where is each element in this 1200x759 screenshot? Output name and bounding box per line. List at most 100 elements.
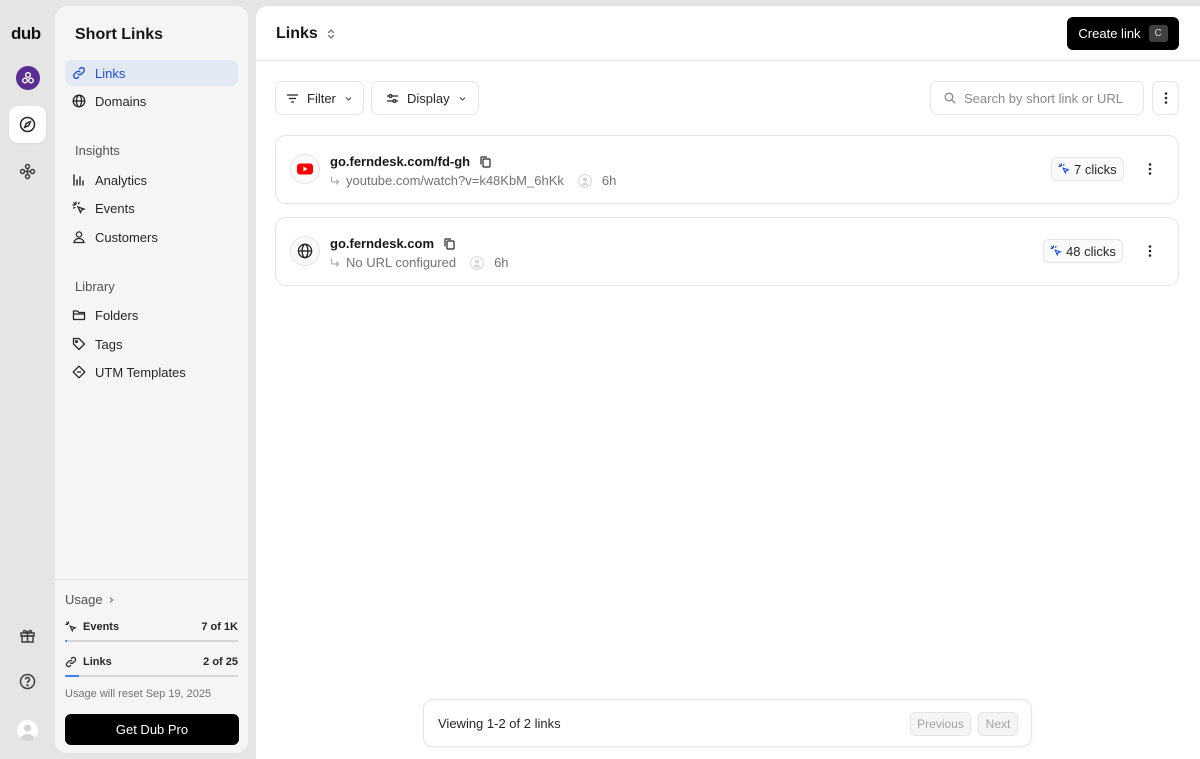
get-dub-pro-button[interactable]: Get Dub Pro <box>65 714 239 745</box>
sidebar-item-analytics[interactable]: Analytics <box>65 167 238 193</box>
copy-icon[interactable] <box>444 237 455 250</box>
next-button[interactable]: Next <box>978 712 1018 736</box>
create-link-button[interactable]: Create link C <box>1067 17 1179 50</box>
cursor-rays-icon <box>1050 245 1062 257</box>
more-vertical-icon <box>1148 245 1152 257</box>
sidebar-item-label: UTM Templates <box>95 364 186 380</box>
link-options-button[interactable] <box>1142 159 1158 179</box>
diamond-icon <box>72 365 86 379</box>
sidebar-item-folders[interactable]: Folders <box>65 302 238 328</box>
user-icon <box>73 231 85 244</box>
gift-icon[interactable] <box>9 617 46 654</box>
user-avatar-icon <box>577 173 592 188</box>
search-input[interactable] <box>964 90 1134 106</box>
main-panel: Links Create link C Filter Display go.fe… <box>256 6 1200 759</box>
usage-events-row: Events 7 of 1K <box>65 621 238 633</box>
clicks-badge[interactable]: 48 clicks <box>1043 239 1123 263</box>
search-icon <box>944 92 956 104</box>
usage-events-value: 7 of 1K <box>201 621 238 633</box>
sidebar-item-utm-templates[interactable]: UTM Templates <box>65 359 238 385</box>
user-avatar[interactable] <box>16 719 39 742</box>
sidebar: Short Links Links Domains Insights Analy… <box>55 6 248 753</box>
redirect-arrow-icon <box>330 257 340 267</box>
chevron-right-icon <box>109 596 113 603</box>
folder-icon <box>72 310 86 321</box>
display-button[interactable]: Display <box>371 81 479 115</box>
insights-heading: Insights <box>75 143 120 158</box>
sidebar-item-customers[interactable]: Customers <box>65 224 238 250</box>
previous-button[interactable]: Previous <box>910 712 971 736</box>
clicks-count: 7 clicks <box>1074 161 1117 177</box>
usage-heading[interactable]: Usage <box>65 592 115 607</box>
usage-heading-label: Usage <box>65 592 103 607</box>
more-vertical-icon <box>1164 92 1167 104</box>
cursor-rays-icon <box>65 621 77 633</box>
page-header: Links Create link C <box>256 6 1200 61</box>
more-vertical-icon <box>1148 163 1152 175</box>
sidebar-item-label: Tags <box>95 336 123 352</box>
compass-icon[interactable] <box>9 106 46 143</box>
usage-links-label: Links <box>83 656 112 668</box>
redirect-arrow-icon <box>330 175 340 185</box>
integrations-icon[interactable] <box>9 153 46 190</box>
sidebar-item-links[interactable]: Links <box>65 60 238 86</box>
globe-icon <box>72 94 86 108</box>
sidebar-item-label: Events <box>95 200 135 216</box>
pagination-summary: Viewing 1-2 of 2 links <box>438 716 561 731</box>
usage-links-bar <box>65 675 238 677</box>
clicks-count: 48 clicks <box>1066 243 1116 259</box>
usage-events-label: Events <box>83 621 120 633</box>
link-card[interactable]: go.ferndesk.com/fd-gh youtube.com/watch?… <box>275 135 1179 204</box>
destination-url: No URL configured <box>346 255 457 270</box>
sidebar-title: Short Links <box>75 26 164 43</box>
link-card[interactable]: go.ferndesk.com No URL configured 6h 48 … <box>275 217 1179 286</box>
more-options-button[interactable] <box>1152 81 1179 115</box>
link-icon <box>65 656 77 668</box>
globe-icon <box>290 236 320 266</box>
cursor-rays-icon <box>72 201 86 215</box>
help-icon[interactable] <box>9 663 46 700</box>
user-avatar-icon <box>470 255 484 270</box>
sidebar-item-domains[interactable]: Domains <box>65 88 238 114</box>
create-link-label: Create link <box>1078 26 1141 41</box>
display-label: Display <box>407 90 450 106</box>
short-link[interactable]: go.ferndesk.com <box>330 236 434 251</box>
link-age: 6h <box>494 255 509 270</box>
library-heading: Library <box>75 279 115 294</box>
sidebar-item-label: Domains <box>95 93 147 109</box>
filter-button[interactable]: Filter <box>275 81 364 115</box>
dub-logo[interactable]: dub <box>11 24 41 44</box>
icon-rail: dub <box>0 0 55 759</box>
page-title-label: Links <box>276 25 318 42</box>
workspace-logo[interactable] <box>16 66 40 90</box>
chevron-down-icon <box>459 96 466 101</box>
sidebar-item-label: Links <box>95 65 126 81</box>
usage-reset-note: Usage will reset Sep 19, 2025 <box>65 688 212 700</box>
usage-events-bar <box>65 640 238 642</box>
sliders-icon <box>386 93 399 103</box>
destination-url[interactable]: youtube.com/watch?v=k48KbM_6hKk <box>346 173 564 188</box>
chevron-up-down-icon <box>327 29 334 39</box>
tag-icon <box>72 337 86 351</box>
usage-links-fill <box>65 675 79 677</box>
chart-icon <box>73 174 84 186</box>
usage-divider <box>55 579 248 580</box>
sidebar-item-label: Customers <box>95 229 158 245</box>
usage-links-value: 2 of 25 <box>203 656 238 668</box>
sidebar-item-label: Folders <box>95 307 139 323</box>
create-link-shortcut: C <box>1148 25 1168 42</box>
page-title[interactable]: Links <box>276 25 336 43</box>
link-icon <box>73 67 85 79</box>
filter-icon <box>286 93 299 103</box>
filter-label: Filter <box>307 90 336 106</box>
sidebar-item-tags[interactable]: Tags <box>65 331 238 357</box>
sidebar-item-events[interactable]: Events <box>65 195 238 221</box>
link-options-button[interactable] <box>1142 241 1158 261</box>
chevron-down-icon <box>345 96 352 101</box>
copy-icon[interactable] <box>480 155 491 168</box>
search-box[interactable] <box>930 81 1144 115</box>
youtube-icon <box>290 154 320 184</box>
clicks-badge[interactable]: 7 clicks <box>1051 157 1124 181</box>
link-age: 6h <box>601 173 617 188</box>
short-link[interactable]: go.ferndesk.com/fd-gh <box>330 154 470 169</box>
